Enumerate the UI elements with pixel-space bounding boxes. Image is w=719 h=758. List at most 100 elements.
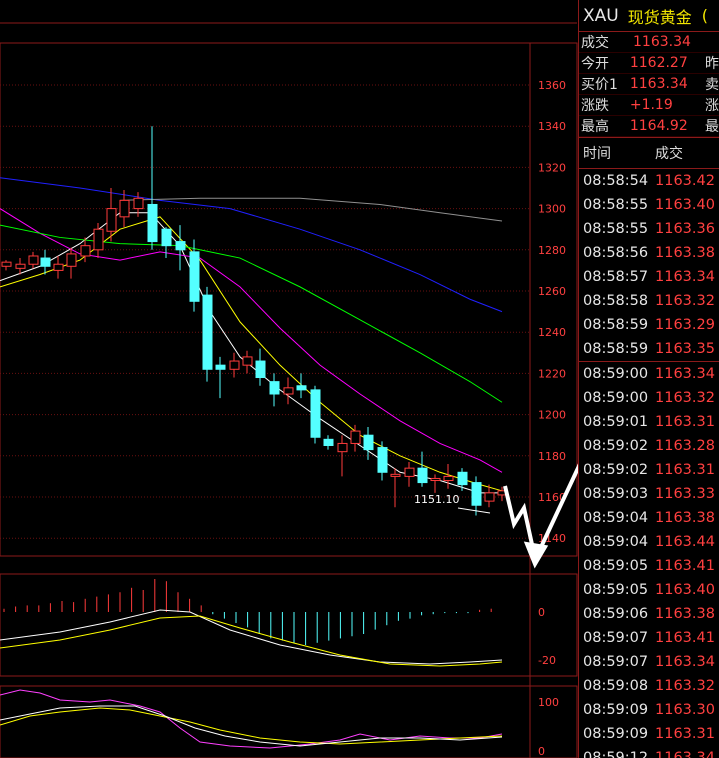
ma20-line	[0, 208, 503, 473]
price-axis-label: 1200	[538, 409, 566, 422]
symbol-header: XAU 现货黄金 (	[579, 0, 719, 32]
tick-time: 08:59:04	[583, 510, 649, 526]
candle-body	[337, 442, 348, 453]
tick-row: 08:58:57 1163.34	[579, 265, 719, 289]
candle-body	[202, 294, 213, 370]
tick-row: 08:59:07 1163.34	[579, 650, 719, 674]
quote-label: 成交	[581, 35, 609, 51]
candle-body	[323, 438, 334, 447]
tick-time: 08:59:00	[583, 390, 649, 406]
tick-time: 08:58:56	[583, 245, 649, 261]
candle-body	[471, 482, 482, 506]
candlestick-chart[interactable]: 1360 1340 1320 1300 1280 1260 1240 1220 1200 1180…	[0, 0, 578, 758]
quote-extra: 昨	[705, 56, 719, 72]
tick-price: 1163.34	[655, 750, 715, 758]
tick-price: 1163.34	[655, 366, 715, 382]
ticks-header-time: 时间	[583, 146, 611, 162]
tick-time: 08:59:08	[583, 678, 649, 694]
tick-price: 1163.38	[655, 245, 715, 261]
tick-row: 08:59:01 1163.31	[579, 410, 719, 434]
tick-row: 08:59:04 1163.38	[579, 506, 719, 530]
candle-body	[40, 257, 51, 267]
tick-row: 08:58:58 1163.32	[579, 289, 719, 313]
quote-row: 买价1 1163.34 卖	[579, 74, 719, 95]
tick-time: 08:59:00	[583, 366, 649, 382]
tick-time: 08:58:58	[583, 293, 649, 309]
candle-body	[215, 364, 226, 370]
tick-row: 08:59:05 1163.41	[579, 554, 719, 578]
quote-value: 1163.34	[629, 76, 688, 92]
price-axis-label: 1280	[538, 244, 566, 257]
tick-row: 08:59:09 1163.30	[579, 698, 719, 722]
tick-price: 1163.32	[655, 390, 715, 406]
tick-row: 08:59:06 1163.38	[579, 602, 719, 626]
tick-row: 08:59:02 1163.31	[579, 458, 719, 482]
tick-time: 08:59:03	[583, 486, 649, 502]
tick-list[interactable]: 08:58:54 1163.42 08:58:55 1163.40 08:58:55 11…	[579, 169, 719, 758]
candle-body	[175, 241, 186, 251]
tick-time: 08:59:02	[583, 462, 649, 478]
tick-price: 1163.31	[655, 462, 715, 478]
tick-price: 1163.36	[655, 221, 715, 237]
ticks-header-price: 成交	[655, 146, 683, 162]
tick-price: 1163.38	[655, 510, 715, 526]
tick-row: 08:59:00 1163.34	[579, 361, 719, 386]
candle-body	[390, 473, 401, 477]
tick-price: 1163.41	[655, 630, 715, 646]
tick-row: 08:59:07 1163.41	[579, 626, 719, 650]
kdj-axis-label: 0	[538, 745, 545, 758]
tick-row: 08:58:54 1163.42	[579, 169, 719, 193]
quote-label: 今开	[581, 56, 609, 72]
quote-extra: 卖	[705, 77, 719, 93]
candle-body	[457, 471, 468, 486]
tick-row: 08:58:55 1163.40	[579, 193, 719, 217]
quote-row: 今开 1162.27 昨	[579, 53, 719, 74]
tick-time: 08:59:09	[583, 702, 649, 718]
candle-body	[93, 228, 104, 251]
symbol-code[interactable]: XAU	[583, 6, 619, 26]
tick-price: 1163.38	[655, 606, 715, 622]
tick-time: 08:59:02	[583, 438, 649, 454]
candle-body	[66, 253, 77, 267]
price-axis-label: 1220	[538, 367, 566, 380]
candle-body	[310, 389, 321, 438]
tick-price: 1163.33	[655, 486, 715, 502]
quote-panel: XAU 现货黄金 ( 成交 1163.34 今开 1162.27 昨买价1 1163.34…	[578, 0, 719, 758]
macd-axis-label: -20	[538, 654, 556, 667]
tick-price: 1163.32	[655, 293, 715, 309]
quote-extra: 涨	[705, 98, 719, 114]
macd-dea-line	[0, 615, 503, 667]
symbol-extra: (	[701, 6, 708, 25]
tick-row: 08:59:05 1163.40	[579, 578, 719, 602]
tick-time: 08:59:01	[583, 414, 649, 430]
tick-time: 08:58:57	[583, 269, 649, 285]
quote-value: 1162.27	[629, 55, 688, 71]
tick-row: 08:59:04 1163.44	[579, 530, 719, 554]
kdj-indicator	[0, 689, 503, 749]
tick-price: 1163.34	[655, 654, 715, 670]
candles	[1, 126, 508, 516]
candle-body	[147, 203, 158, 243]
candle-body	[189, 251, 200, 302]
price-axis-label: 1340	[538, 120, 566, 133]
tick-time: 08:59:06	[583, 606, 649, 622]
quote-value: 1164.92	[629, 118, 688, 134]
tick-price: 1163.41	[655, 558, 715, 574]
quote-table: 成交 1163.34 今开 1162.27 昨买价1 1163.34 卖涨跌 +1.19 涨最高…	[579, 32, 719, 137]
tick-time: 08:59:04	[583, 534, 649, 550]
quote-row: 成交 1163.34	[579, 32, 719, 53]
tick-row: 08:58:59 1163.29	[579, 313, 719, 337]
price-axis-label: 1240	[538, 326, 566, 339]
tick-price: 1163.28	[655, 438, 715, 454]
tick-row: 08:58:59 1163.35	[579, 337, 719, 361]
macd-indicator	[0, 579, 503, 667]
tick-time: 08:59:05	[583, 582, 649, 598]
kdj-panel	[0, 685, 578, 758]
candle-body	[242, 356, 253, 366]
candle-body	[269, 381, 280, 395]
tick-time: 08:58:54	[583, 173, 649, 189]
candle-body	[80, 245, 91, 257]
candle-body	[350, 430, 361, 444]
low-marker-label: 1151.10	[414, 493, 460, 506]
candle-body	[283, 387, 294, 395]
